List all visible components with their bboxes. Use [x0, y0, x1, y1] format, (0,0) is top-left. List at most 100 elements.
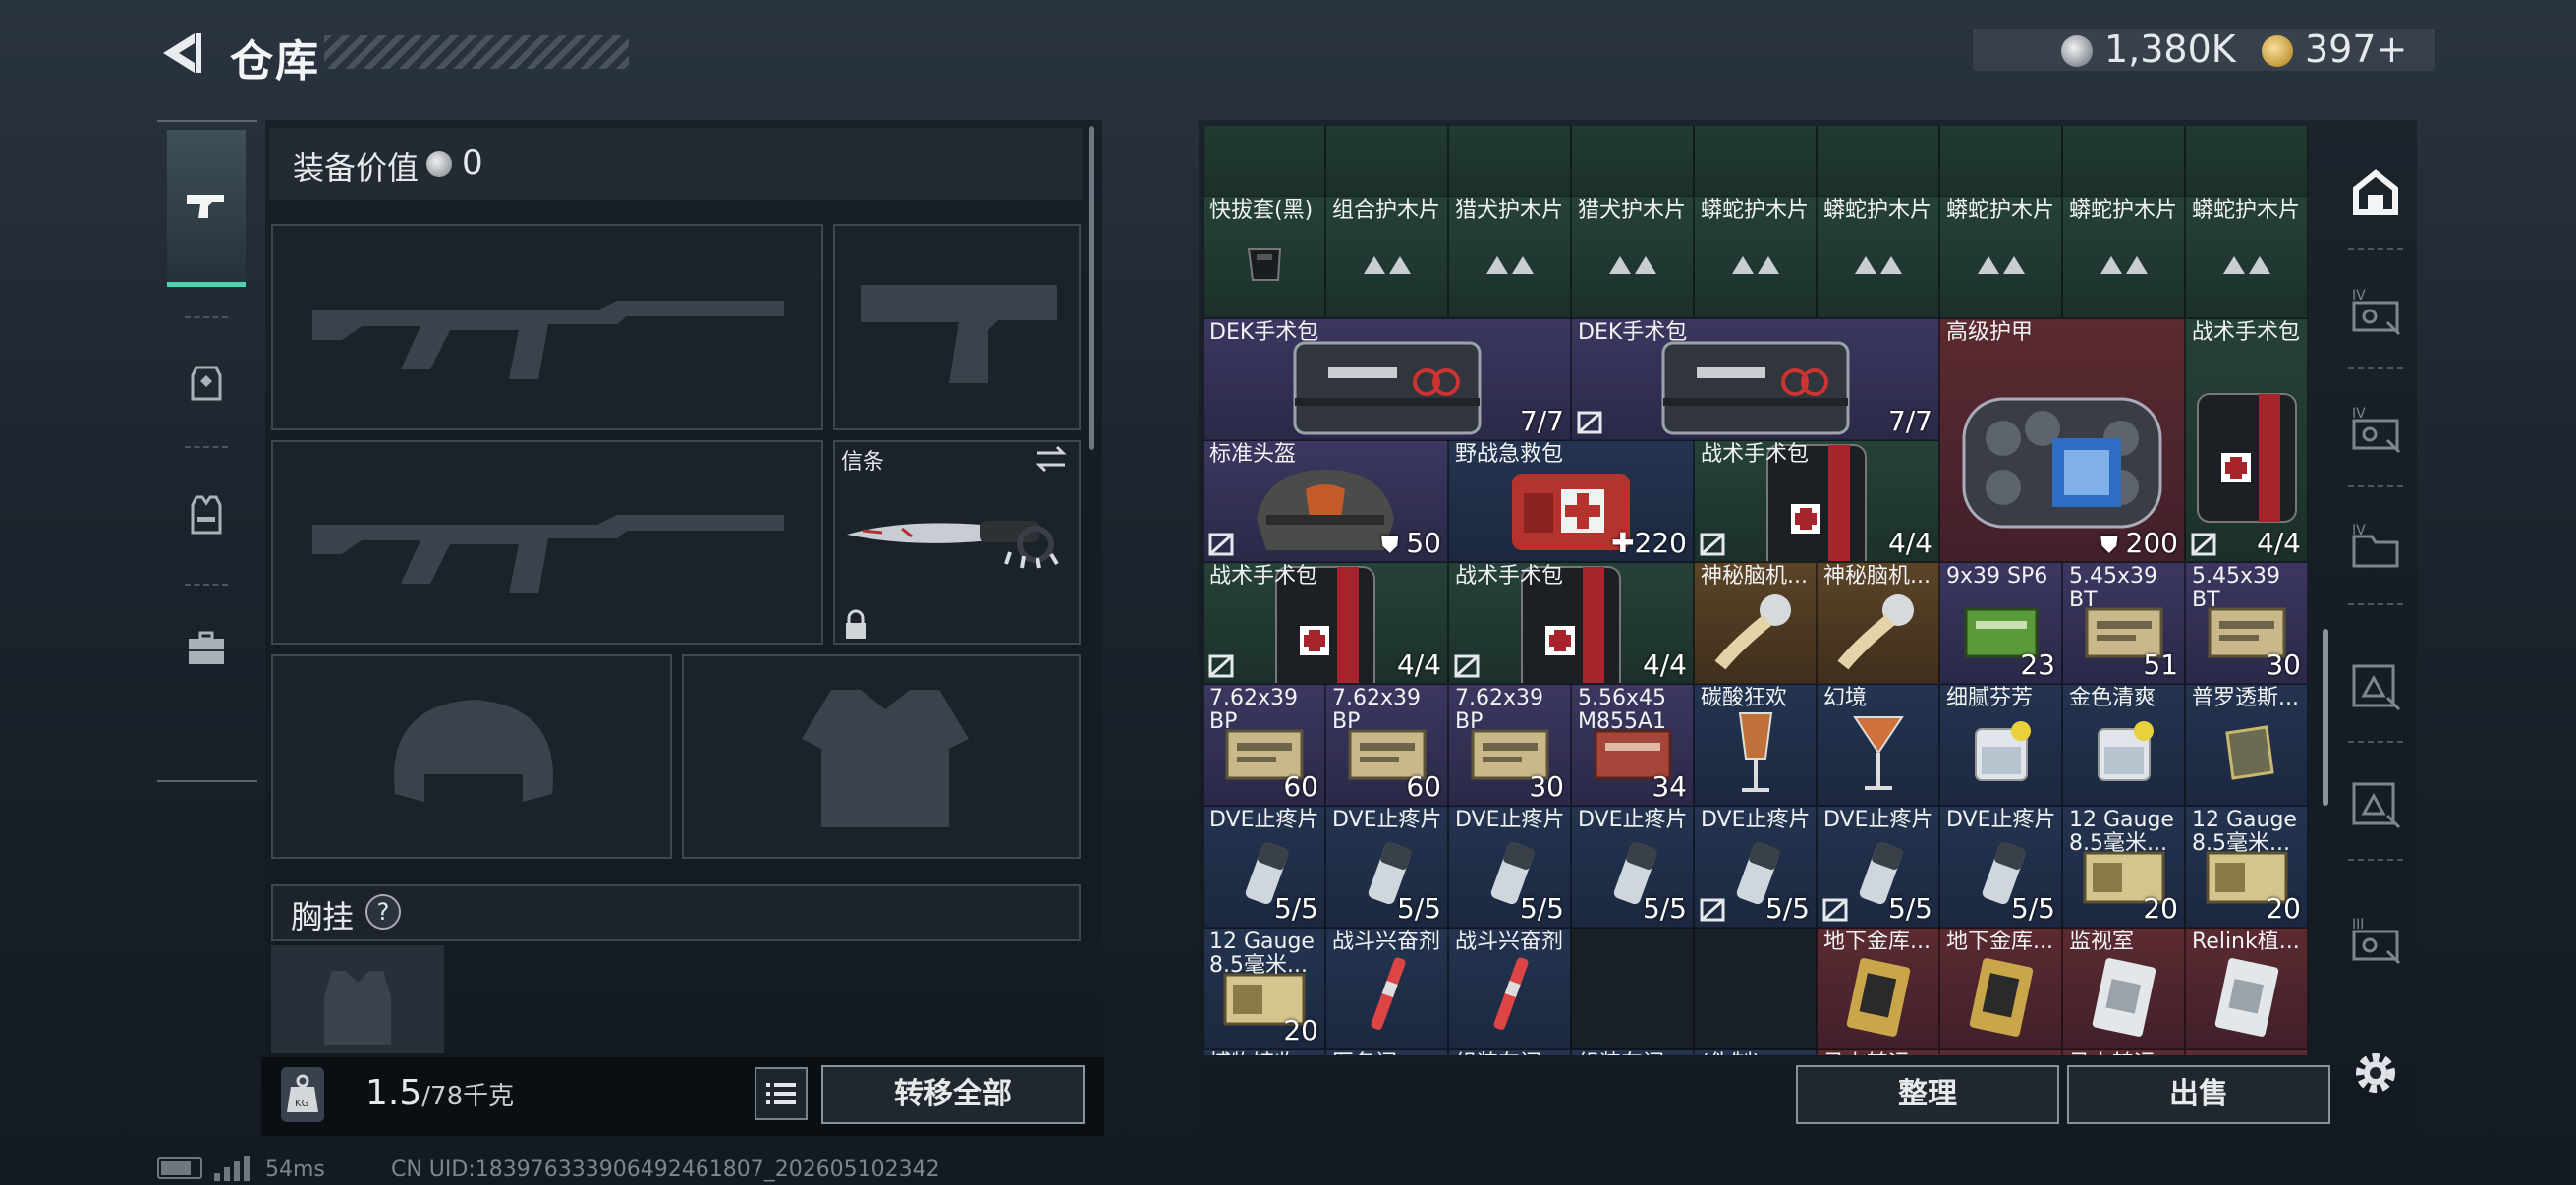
- helmet-slot[interactable]: [271, 654, 672, 859]
- inventory-item[interactable]: 碳酸狂欢: [1694, 684, 1817, 806]
- tab-cert-1[interactable]: [2340, 650, 2411, 721]
- secondary-weapon-slot[interactable]: [271, 440, 823, 645]
- inventory-item[interactable]: 神秘脑机...: [1694, 562, 1817, 684]
- inventory-item[interactable]: 医务间...: [1325, 1049, 1448, 1055]
- inventory-item[interactable]: 地下金库...: [1939, 928, 2062, 1049]
- inventory-item[interactable]: 5.45x39 BT 51: [2062, 562, 2185, 684]
- inventory-item[interactable]: 7.62x39 BP 30: [1448, 684, 1571, 806]
- inventory-empty-cell[interactable]: [2185, 1049, 2308, 1055]
- inventory-item[interactable]: 快拔套(黑): [1203, 197, 1325, 318]
- svg-text:IV: IV: [2352, 406, 2366, 422]
- gear-icon[interactable]: [2348, 1045, 2403, 1100]
- inventory-item[interactable]: 5.45x39 BT 30: [2185, 562, 2308, 684]
- tab-vest[interactable]: [167, 466, 246, 564]
- inventory-item[interactable]: 9x39 SP6 23: [1939, 562, 2062, 684]
- inventory-empty-cell[interactable]: [1571, 928, 1694, 1049]
- inventory-item[interactable]: 组合护木片: [1325, 197, 1448, 318]
- inventory-item[interactable]: 猎犬护木片: [1448, 197, 1571, 318]
- inventory-empty-cell[interactable]: [2185, 126, 2308, 197]
- item-name: 金色清爽: [2069, 686, 2156, 710]
- inventory-item[interactable]: DVE止疼片 5/5: [1694, 806, 1817, 928]
- inventory-item[interactable]: 组装车间...: [1448, 1049, 1571, 1055]
- inventory-item[interactable]: 7.62x39 BP 60: [1203, 684, 1325, 806]
- tab-storage[interactable]: [2340, 157, 2411, 228]
- sort-button[interactable]: 整理: [1796, 1065, 2059, 1124]
- inventory-item[interactable]: 蟒蛇护木片: [2062, 197, 2185, 318]
- inventory-item[interactable]: 战术手术包 4/4: [1448, 562, 1694, 684]
- inventory-item[interactable]: 战术手术包 4/4: [2185, 318, 2308, 562]
- inventory-item[interactable]: 博物馆收...: [1203, 1049, 1325, 1055]
- inventory-item[interactable]: DVE止疼片 5/5: [1939, 806, 2062, 928]
- chest-rig-slot[interactable]: [271, 945, 444, 1053]
- help-icon[interactable]: ?: [365, 894, 401, 930]
- item-name: 战斗兴奋剂: [1332, 930, 1441, 954]
- inventory-empty-cell[interactable]: [1939, 126, 2062, 197]
- inventory-empty-cell[interactable]: [1325, 126, 1448, 197]
- inventory-item[interactable]: DEK手术包 7/7: [1571, 318, 1939, 440]
- inventory-item[interactable]: 蟒蛇护木片: [1817, 197, 1939, 318]
- inventory-item[interactable]: 野战急救包 ✚220: [1448, 440, 1694, 562]
- inventory-item[interactable]: 12 Gauge 8.5毫米... 20: [1203, 928, 1325, 1049]
- armor-slot[interactable]: [682, 654, 1081, 859]
- inventory-item[interactable]: DVE止疼片 5/5: [1571, 806, 1694, 928]
- transfer-all-button[interactable]: 转移全部: [821, 1065, 1085, 1124]
- tab-iv-1[interactable]: IV: [2340, 277, 2411, 348]
- tab-weapons[interactable]: [167, 130, 246, 287]
- back-arrow-icon[interactable]: [155, 28, 202, 79]
- inventory-item[interactable]: 12 Gauge 8.5毫米... 20: [2185, 806, 2308, 928]
- stash-scrollbar[interactable]: [2323, 629, 2328, 806]
- inventory-item[interactable]: (伪制)...: [1694, 1049, 1817, 1055]
- tab-backpack[interactable]: [167, 332, 246, 430]
- inventory-item[interactable]: DVE止疼片 5/5: [1448, 806, 1571, 928]
- inventory-item[interactable]: 战术手术包 4/4: [1203, 562, 1448, 684]
- inventory-item[interactable]: DVE止疼片 5/5: [1325, 806, 1448, 928]
- inventory-item[interactable]: 标准头盔 ⛊ 50: [1203, 440, 1448, 562]
- inventory-item[interactable]: 战术手术包 4/4: [1694, 440, 1939, 562]
- inventory-item[interactable]: 蟒蛇护木片: [2185, 197, 2308, 318]
- inventory-item[interactable]: DVE止疼片 5/5: [1817, 806, 1939, 928]
- inventory-item[interactable]: 细腻芬芳: [1939, 684, 2062, 806]
- inventory-item[interactable]: 12 Gauge 8.5毫米... 20: [2062, 806, 2185, 928]
- inventory-item[interactable]: 高级护甲 ⛊ 200: [1939, 318, 2185, 562]
- tab-cert-2[interactable]: [2340, 768, 2411, 839]
- loadout-scrollbar[interactable]: [1089, 126, 1094, 450]
- inventory-item[interactable]: 金色清爽: [2062, 684, 2185, 806]
- inventory-item[interactable]: 监视室: [2062, 928, 2185, 1049]
- inventory-item[interactable]: 蟒蛇护木片: [1939, 197, 2062, 318]
- list-view-button[interactable]: [755, 1067, 808, 1120]
- inventory-item[interactable]: 猎犬护木片: [1571, 197, 1694, 318]
- tab-iii[interactable]: III: [2340, 906, 2411, 977]
- inventory-empty-cell[interactable]: [1939, 1049, 2062, 1055]
- inventory-item[interactable]: 组装车间...: [1571, 1049, 1694, 1055]
- inventory-item[interactable]: 蟒蛇护木片: [1694, 197, 1817, 318]
- inventory-item[interactable]: DVE止疼片 5/5: [1203, 806, 1325, 928]
- tab-iv-3[interactable]: IV: [2340, 513, 2411, 584]
- inventory-item[interactable]: 地下金库...: [1817, 928, 1939, 1049]
- tab-case[interactable]: [167, 599, 246, 698]
- inventory-empty-cell[interactable]: [1817, 126, 1939, 197]
- tab-iv-2[interactable]: IV: [2340, 395, 2411, 466]
- inventory-empty-cell[interactable]: [1694, 928, 1817, 1049]
- inventory-item[interactable]: 普罗透斯...: [2185, 684, 2308, 806]
- inventory-empty-cell[interactable]: [1448, 126, 1571, 197]
- gold-amount[interactable]: 397+: [2305, 28, 2407, 71]
- inventory-item[interactable]: 战斗兴奋剂: [1448, 928, 1571, 1049]
- inventory-empty-cell[interactable]: [2062, 126, 2185, 197]
- inventory-empty-cell[interactable]: [1571, 126, 1694, 197]
- inventory-item[interactable]: 马上转运...: [1817, 1049, 1939, 1055]
- inventory-item[interactable]: DEK手术包 7/7: [1203, 318, 1571, 440]
- inventory-empty-cell[interactable]: [1203, 126, 1325, 197]
- item-name: 博物馆收...: [1209, 1052, 1316, 1056]
- inventory-item[interactable]: 马上转运...: [2062, 1049, 2185, 1055]
- inventory-item[interactable]: Relink植...: [2185, 928, 2308, 1049]
- inventory-empty-cell[interactable]: [1694, 126, 1817, 197]
- inventory-item[interactable]: 幻境: [1817, 684, 1939, 806]
- sidearm-slot[interactable]: [833, 224, 1081, 430]
- sell-button[interactable]: 出售: [2067, 1065, 2330, 1124]
- inventory-item[interactable]: 5.56x45 M855A1 34: [1571, 684, 1694, 806]
- inventory-item[interactable]: 神秘脑机...: [1817, 562, 1939, 684]
- primary-weapon-slot[interactable]: [271, 224, 823, 430]
- swap-icon[interactable]: [1034, 444, 1069, 474]
- inventory-item[interactable]: 战斗兴奋剂: [1325, 928, 1448, 1049]
- inventory-item[interactable]: 7.62x39 BP 60: [1325, 684, 1448, 806]
